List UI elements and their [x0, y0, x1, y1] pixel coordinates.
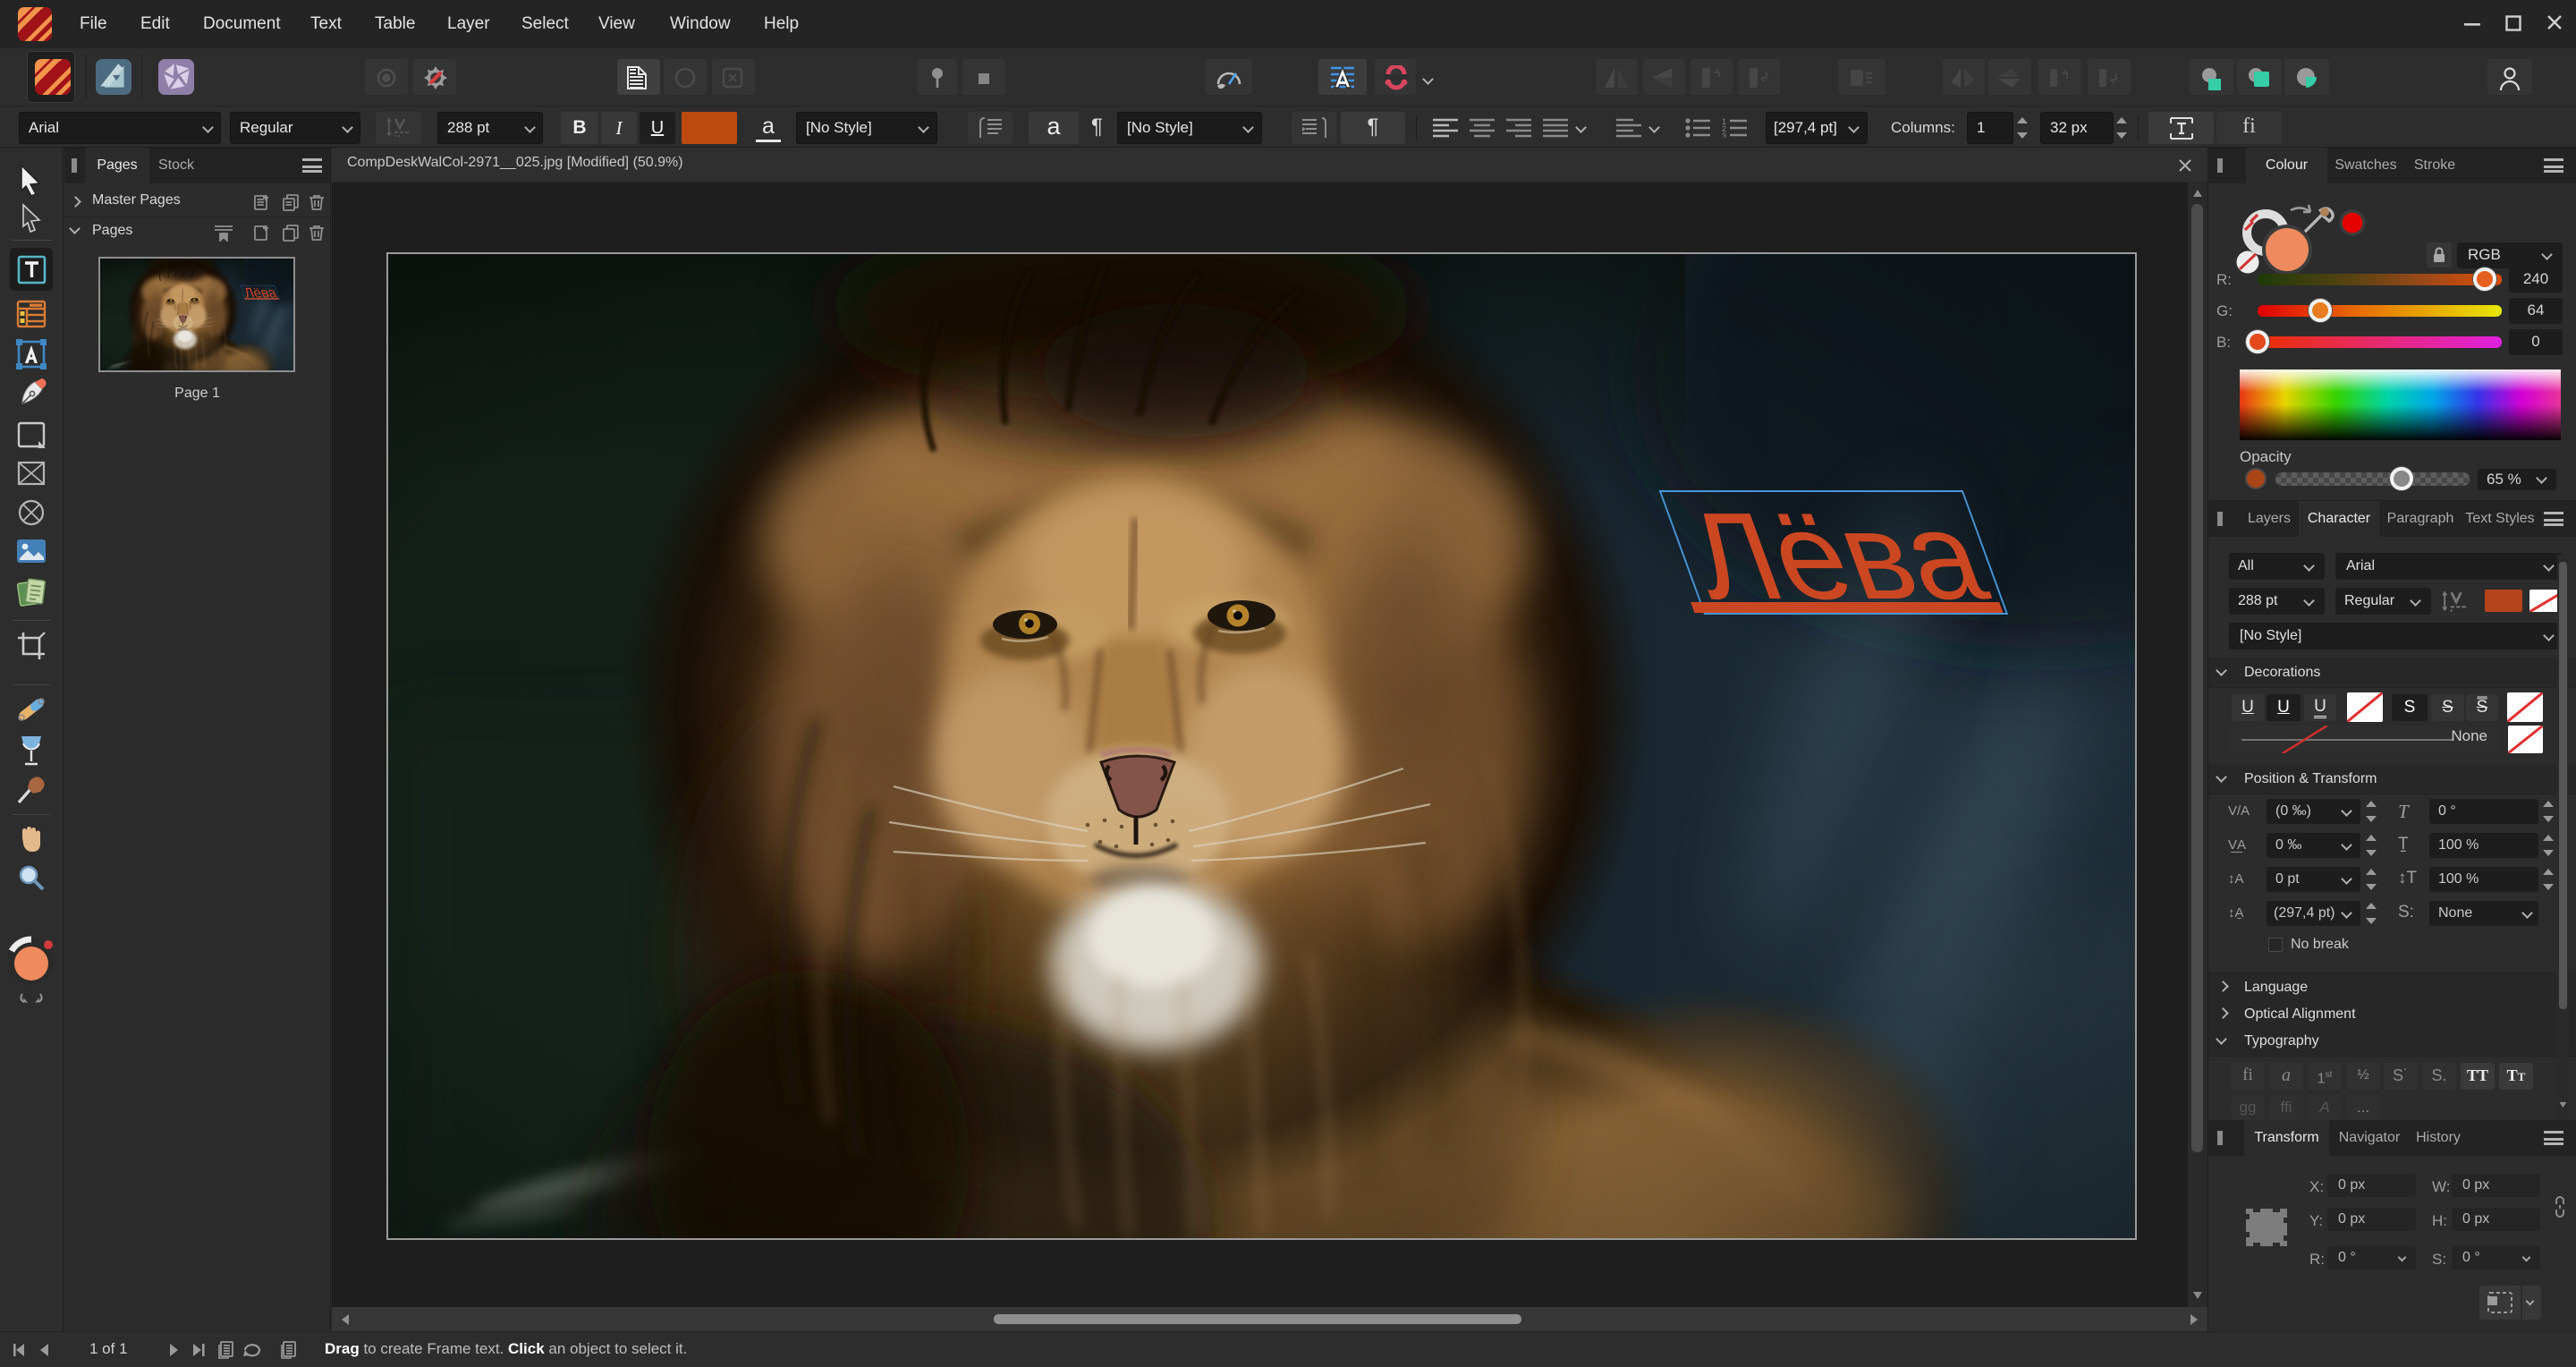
svg-text:3: 3: [1722, 132, 1726, 138]
